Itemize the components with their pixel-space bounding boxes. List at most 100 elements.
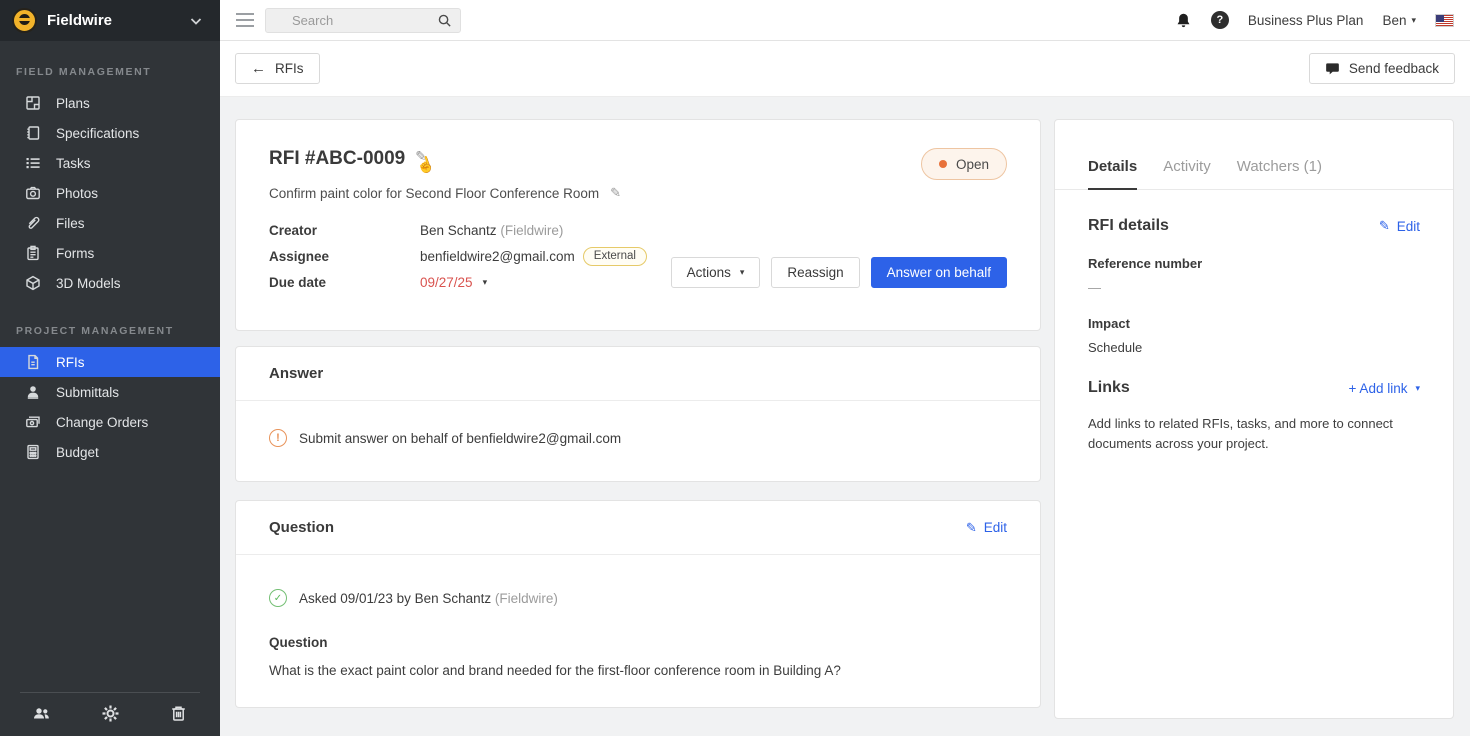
sidebar: Fieldwire FIELD MANAGEMENT Plans Specifi… <box>0 0 220 736</box>
rfi-action-buttons: Actions ▾ Reassign Answer on behalf <box>671 257 1007 288</box>
language-flag-icon[interactable] <box>1435 14 1454 27</box>
caret-down-icon: ▾ <box>740 268 745 277</box>
sidebar-footer <box>0 692 220 736</box>
sidebar-item-files[interactable]: Files <box>0 208 220 238</box>
rfi-title: RFI #ABC-0009 <box>269 148 405 171</box>
brand-name: Fieldwire <box>47 12 178 29</box>
sidebar-item-label: Forms <box>56 246 94 261</box>
feedback-button-label: Send feedback <box>1349 61 1439 76</box>
sidebar-item-3d-models[interactable]: 3D Models <box>0 268 220 298</box>
camera-icon <box>25 185 41 201</box>
search-icon[interactable] <box>437 13 452 28</box>
caret-down-icon[interactable]: ▾ <box>483 278 488 287</box>
reference-number-value: — <box>1088 280 1420 295</box>
project-switcher[interactable]: Fieldwire <box>0 0 220 41</box>
sidebar-item-photos[interactable]: Photos <box>0 178 220 208</box>
edit-label: Edit <box>984 520 1007 535</box>
sidebar-item-plans[interactable]: Plans <box>0 88 220 118</box>
sidebar-item-submittals[interactable]: Submittals <box>0 377 220 407</box>
actions-button-label: Actions <box>687 265 731 280</box>
impact-value: Schedule <box>1088 340 1420 355</box>
external-badge: External <box>583 247 647 266</box>
back-to-rfis-button[interactable]: ← RFIs <box>235 53 320 84</box>
hamburger-menu-icon[interactable] <box>236 13 254 27</box>
calculator-icon <box>25 444 41 460</box>
cube-icon <box>25 275 41 291</box>
paperclip-icon <box>25 215 41 231</box>
asked-org: (Fieldwire) <box>495 591 558 606</box>
trash-icon[interactable] <box>169 704 188 723</box>
edit-rfi-details-button[interactable]: ✎ Edit <box>1379 218 1420 234</box>
reassign-button-label: Reassign <box>787 265 843 280</box>
send-feedback-button[interactable]: Send feedback <box>1309 53 1455 84</box>
tab-activity[interactable]: Activity <box>1163 158 1211 190</box>
rfi-header-card: RFI #ABC-0009 ✎ ☝ Open Confirm paint col… <box>235 119 1041 331</box>
pencil-icon: ✎ <box>1379 218 1390 234</box>
topbar: ? Business Plus Plan Ben ▾ <box>220 0 1470 41</box>
main-area: ? Business Plus Plan Ben ▾ ← RFIs Send f… <box>220 0 1470 736</box>
sidebar-item-rfis[interactable]: RFIs <box>0 347 220 377</box>
sidebar-item-specifications[interactable]: Specifications <box>0 118 220 148</box>
asked-text: Asked 09/01/23 by Ben Schantz <box>299 591 491 606</box>
assignee-email: benfieldwire2@gmail.com <box>420 249 575 264</box>
plan-badge: Business Plus Plan <box>1248 13 1364 28</box>
status-badge[interactable]: Open <box>921 148 1007 180</box>
answer-heading: Answer <box>269 365 323 382</box>
tab-watchers[interactable]: Watchers (1) <box>1237 158 1322 190</box>
tasks-icon <box>25 155 41 171</box>
gear-icon[interactable] <box>101 704 120 723</box>
question-text: What is the exact paint color and brand … <box>236 650 1040 678</box>
people-icon[interactable] <box>32 704 51 723</box>
rfi-meta-table: Creator Ben Schantz (Fieldwire) Assignee… <box>269 223 671 290</box>
pencil-icon: ✎ <box>966 520 977 536</box>
app-window: Fieldwire FIELD MANAGEMENT Plans Specifi… <box>0 0 1470 736</box>
sidebar-item-change-orders[interactable]: Change Orders <box>0 407 220 437</box>
search-box[interactable] <box>265 8 461 33</box>
question-heading: Question <box>269 519 334 536</box>
caret-down-icon: ▾ <box>1411 16 1416 25</box>
mouse-cursor-icon: ☝ <box>414 154 437 177</box>
details-panel-tabs: Details Activity Watchers (1) <box>1055 120 1453 190</box>
status-dot-icon <box>939 160 947 168</box>
banknotes-icon <box>25 414 41 430</box>
rfi-subtitle: Confirm paint color for Second Floor Con… <box>269 186 599 201</box>
search-input[interactable] <box>292 13 437 28</box>
speech-bubble-icon <box>1325 62 1340 76</box>
pencil-icon[interactable]: ✎ <box>610 185 621 201</box>
creator-name: Ben Schantz <box>420 223 497 238</box>
creator-label: Creator <box>269 223 420 238</box>
add-link-button[interactable]: + Add link ▾ <box>1349 381 1420 396</box>
clipboard-icon <box>25 245 41 261</box>
edit-title-control[interactable]: ✎ ☝ <box>415 150 437 176</box>
person-stamp-icon <box>25 384 41 400</box>
edit-question-button[interactable]: ✎ Edit <box>966 520 1007 536</box>
plans-icon <box>25 95 41 111</box>
sidebar-item-label: RFIs <box>56 355 85 370</box>
fieldwire-logo-icon <box>12 8 37 33</box>
sidebar-item-label: Photos <box>56 186 98 201</box>
content-area: RFI #ABC-0009 ✎ ☝ Open Confirm paint col… <box>220 97 1470 736</box>
tab-details[interactable]: Details <box>1088 158 1137 190</box>
reassign-button[interactable]: Reassign <box>771 257 859 288</box>
help-icon[interactable]: ? <box>1211 11 1229 29</box>
question-field-label: Question <box>236 607 1040 650</box>
sidebar-item-tasks[interactable]: Tasks <box>0 148 220 178</box>
sidebar-item-budget[interactable]: Budget <box>0 437 220 467</box>
due-date-label: Due date <box>269 275 420 290</box>
sidebar-item-forms[interactable]: Forms <box>0 238 220 268</box>
impact-label: Impact <box>1088 316 1420 331</box>
due-date-value[interactable]: 09/27/25 <box>420 275 473 290</box>
details-panel: Details Activity Watchers (1) RFI detail… <box>1054 119 1454 719</box>
specifications-icon <box>25 125 41 141</box>
answer-on-behalf-button[interactable]: Answer on behalf <box>871 257 1007 288</box>
user-menu[interactable]: Ben ▾ <box>1382 13 1416 28</box>
sidebar-item-label: Submittals <box>56 385 119 400</box>
question-card: Question ✎ Edit ✓ Asked 09/01/23 by Ben … <box>235 500 1041 708</box>
actions-button[interactable]: Actions ▾ <box>671 257 761 288</box>
project-management-section-label: PROJECT MANAGEMENT <box>0 325 220 337</box>
status-label: Open <box>956 157 989 172</box>
chevron-down-icon[interactable] <box>188 13 204 29</box>
field-management-section-label: FIELD MANAGEMENT <box>0 66 220 78</box>
answer-on-behalf-label: Answer on behalf <box>887 265 991 280</box>
notifications-bell-icon[interactable] <box>1175 12 1192 29</box>
